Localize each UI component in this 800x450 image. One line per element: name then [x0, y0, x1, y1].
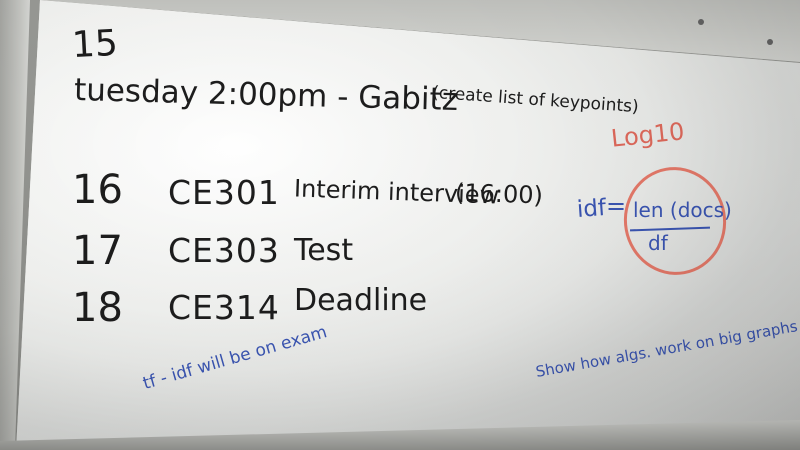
entry-day: 17	[72, 228, 123, 274]
formula-numerator: len (docs)	[633, 198, 732, 222]
course-code: CE301	[168, 173, 280, 212]
formula-denominator: df	[648, 231, 668, 255]
entry-time: (16:00)	[454, 178, 544, 210]
course-code: CE303	[168, 231, 280, 270]
entry-description: Deadline	[294, 283, 428, 318]
idf-label: idf	[576, 195, 607, 223]
entry-description: Test	[294, 233, 354, 268]
entry-day: 18	[72, 285, 123, 331]
wall-screw	[698, 19, 704, 25]
log10-label: Log10	[609, 117, 686, 153]
course-code: CE314	[168, 288, 280, 327]
whiteboard-scene: 15 tuesday 2:00pm - Gabitz (create list …	[0, 0, 800, 450]
wall-screw	[767, 39, 773, 45]
date-15: 15	[70, 22, 119, 67]
entry-day: 16	[72, 167, 123, 213]
